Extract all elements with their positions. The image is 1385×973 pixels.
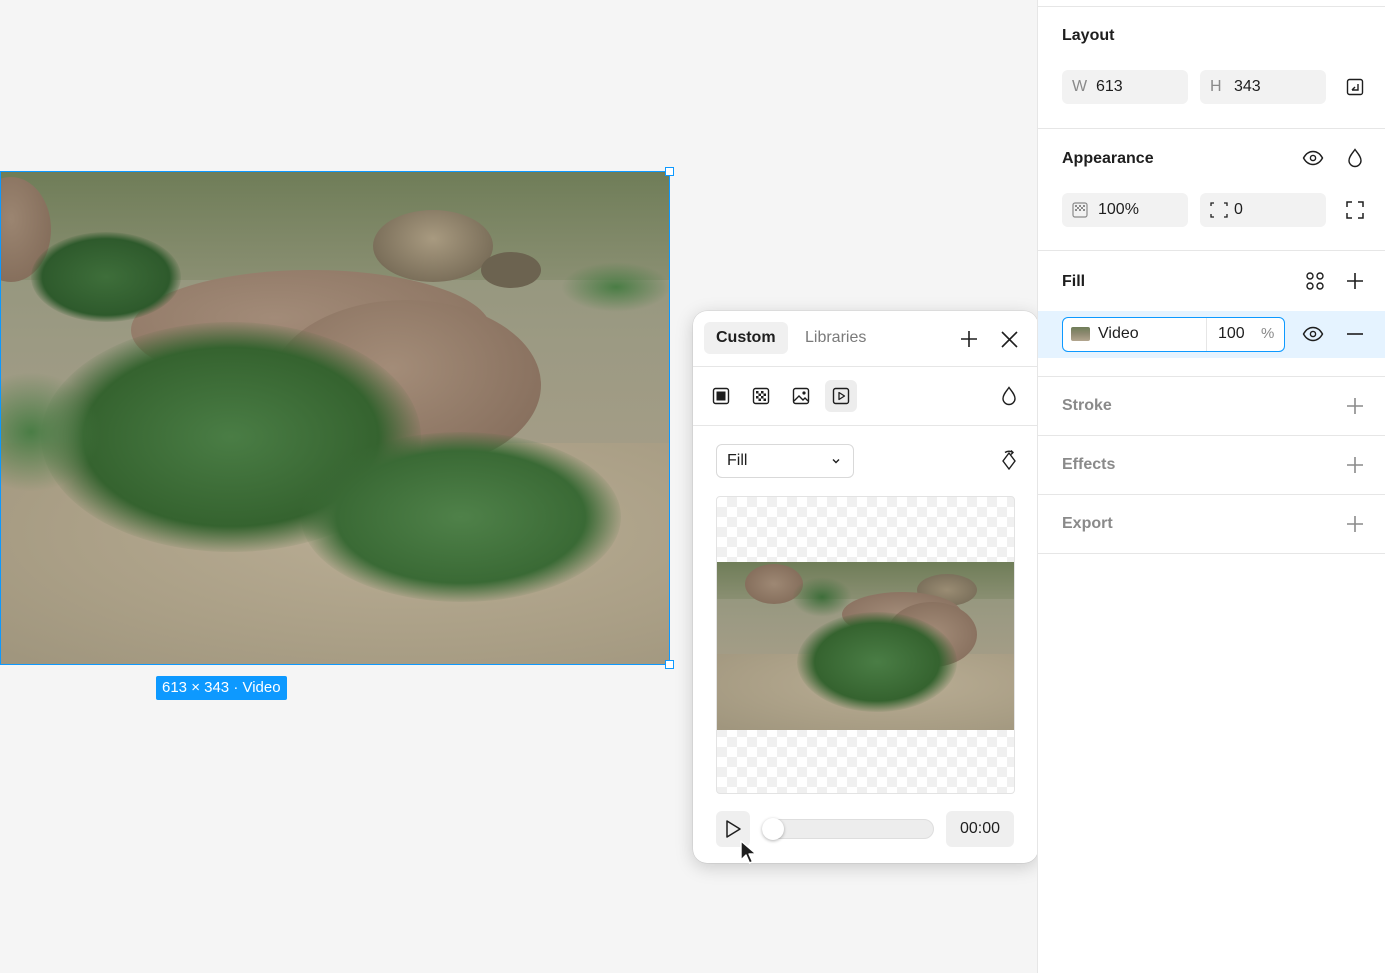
blend-mode-button[interactable]	[993, 380, 1025, 412]
play-icon	[726, 820, 741, 838]
scrubber-knob[interactable]	[762, 818, 784, 840]
height-label: H	[1210, 78, 1222, 95]
appearance-section: Appearance 100% 0	[1038, 129, 1385, 251]
add-effect-button[interactable]	[1341, 451, 1369, 479]
corner-radius-value: 0	[1234, 201, 1243, 218]
fill-visibility-button[interactable]	[1299, 320, 1327, 348]
corner-radius-icon	[1210, 193, 1228, 240]
add-style-button[interactable]	[955, 325, 983, 353]
fill-opacity-value[interactable]: 100	[1218, 318, 1245, 350]
video-frame[interactable]	[0, 171, 670, 665]
fill-picker-popover: Custom Libraries Fill 00:00	[693, 311, 1038, 863]
fill-opacity-unit: %	[1261, 325, 1275, 342]
close-picker-button[interactable]	[995, 325, 1023, 353]
image-fill-icon	[792, 387, 810, 405]
stroke-title: Stroke	[1062, 397, 1112, 414]
video-fill-button[interactable]	[825, 380, 857, 412]
width-field[interactable]: W 613	[1062, 70, 1188, 104]
layout-section: Layout W 613 H 343	[1038, 7, 1385, 129]
remove-fill-button[interactable]	[1341, 320, 1369, 348]
eye-icon	[1302, 150, 1324, 166]
styles-button[interactable]	[1301, 267, 1329, 295]
mouse-cursor-icon	[740, 840, 757, 864]
resize-handle-bottom-right[interactable]	[665, 660, 674, 669]
corners-icon	[1346, 201, 1364, 219]
effects-title: Effects	[1062, 456, 1116, 473]
eye-icon	[1302, 326, 1324, 342]
export-section: Export	[1038, 495, 1385, 554]
fill-mode-select[interactable]: Fill	[716, 444, 854, 478]
width-value: 613	[1096, 78, 1123, 95]
properties-panel: Layout W 613 H 343 Appearance 100% 0 Fil…	[1037, 0, 1385, 973]
fill-layer-name: Video	[1098, 325, 1139, 342]
playback-scrubber[interactable]	[762, 818, 934, 840]
chevron-down-icon	[831, 445, 841, 489]
width-label: W	[1072, 78, 1088, 95]
pattern-fill-icon	[752, 387, 770, 405]
rotate-icon	[1002, 450, 1016, 471]
add-fill-button[interactable]	[1341, 267, 1369, 295]
minus-icon	[1347, 333, 1363, 335]
toggle-visibility-button[interactable]	[1299, 144, 1327, 172]
export-title: Export	[1062, 515, 1113, 532]
fill-mode-value: Fill	[727, 452, 748, 469]
resize-to-fit-icon	[1346, 78, 1364, 96]
opacity-value: 100%	[1098, 201, 1139, 218]
styles-grid-icon	[1306, 272, 1324, 290]
independent-corners-button[interactable]	[1341, 196, 1369, 224]
plus-icon	[961, 331, 977, 347]
resize-handle-top-right[interactable]	[665, 167, 674, 176]
stroke-section: Stroke	[1038, 377, 1385, 436]
fill-layer-row[interactable]: Video 100 %	[1038, 311, 1385, 358]
video-frame-content	[1, 172, 669, 664]
constrain-proportions-button[interactable]	[1341, 73, 1369, 101]
plus-icon	[1347, 457, 1363, 473]
image-fill-button[interactable]	[785, 380, 817, 412]
corner-radius-field[interactable]: 0	[1200, 193, 1326, 227]
fill-picker-header: Custom Libraries	[693, 311, 1038, 367]
add-stroke-button[interactable]	[1341, 392, 1369, 420]
design-canvas[interactable]: 613 × 343 · Video Custom Libraries Fill …	[0, 0, 1038, 973]
paint-type-row	[693, 367, 1038, 426]
solid-fill-icon	[712, 387, 730, 405]
fill-title: Fill	[1062, 273, 1086, 290]
drop-icon	[1348, 148, 1362, 168]
plus-icon	[1347, 273, 1363, 289]
layout-title: Layout	[1062, 27, 1115, 44]
opacity-icon	[1072, 193, 1088, 240]
video-fill-icon	[832, 387, 850, 405]
height-value: 343	[1234, 78, 1261, 95]
playback-time: 00:00	[946, 811, 1014, 847]
video-thumbnail	[717, 562, 1014, 730]
height-field[interactable]: H 343	[1200, 70, 1326, 104]
drop-icon	[1002, 386, 1016, 406]
effects-section: Effects	[1038, 436, 1385, 495]
plus-icon	[1347, 398, 1363, 414]
selection-size-label: 613 × 343 · Video	[156, 676, 287, 700]
video-thumbnail-icon	[1071, 327, 1090, 341]
rotate-media-button[interactable]	[995, 446, 1023, 476]
tab-libraries[interactable]: Libraries	[793, 322, 878, 354]
opacity-field[interactable]: 100%	[1062, 193, 1188, 227]
tab-custom[interactable]: Custom	[704, 322, 788, 354]
appearance-title: Appearance	[1062, 150, 1154, 167]
plus-icon	[1347, 516, 1363, 532]
blend-mode-button[interactable]	[1341, 144, 1369, 172]
fill-layer-field[interactable]: Video 100 %	[1062, 317, 1285, 352]
media-preview	[716, 496, 1015, 794]
close-icon	[1000, 330, 1018, 348]
top-divider	[1038, 0, 1385, 7]
add-export-button[interactable]	[1341, 510, 1369, 538]
solid-fill-button[interactable]	[705, 380, 737, 412]
pattern-fill-button[interactable]	[745, 380, 777, 412]
